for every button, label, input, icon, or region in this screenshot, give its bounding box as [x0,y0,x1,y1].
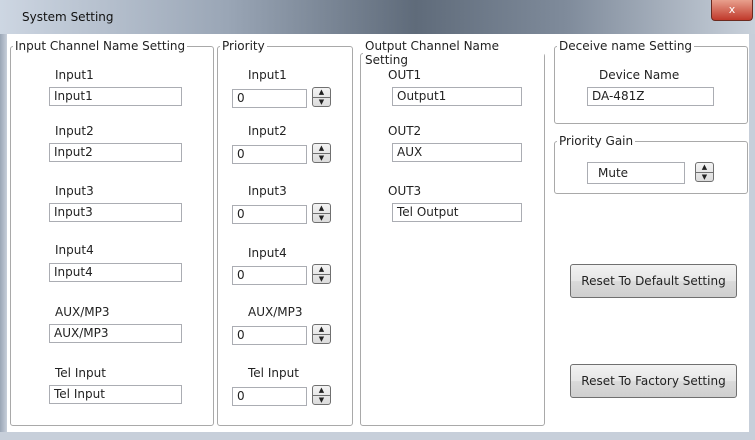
output-name-label: OUT2 [388,124,422,138]
client-area: Input Channel Name Setting Input1 Input1… [7,34,749,432]
window-title: System Setting [22,10,114,24]
reset-default-button[interactable]: Reset To Default Setting [570,264,737,298]
spin-up-icon[interactable]: ▲ [313,144,330,153]
device-name-field[interactable]: DA-481Z [587,87,714,106]
window-frame-left [0,34,7,432]
output-name-label: OUT1 [388,68,422,82]
priority-value-field[interactable]: 0 [232,205,307,224]
spin-up-icon[interactable]: ▲ [696,163,713,172]
spin-down-icon[interactable]: ▼ [313,213,330,223]
output-name-field[interactable]: Tel Output [392,203,522,222]
priority-label: Input4 [248,246,287,260]
spin-up-icon[interactable]: ▲ [313,386,330,395]
priority-spinner[interactable]: ▲ ▼ [312,87,331,107]
priority-label: Input1 [248,68,287,82]
spin-down-icon[interactable]: ▼ [313,334,330,344]
priority-spinner[interactable]: ▲ ▼ [312,385,331,405]
input-name-label: Input2 [55,124,94,138]
reset-factory-button[interactable]: Reset To Factory Setting [570,364,737,398]
input-name-label: Input3 [55,184,94,198]
spin-down-icon[interactable]: ▼ [313,395,330,405]
input-name-field[interactable]: Input1 [49,87,182,106]
system-setting-window: System Setting x Input Channel Name Sett… [0,0,755,440]
output-name-field[interactable]: Output1 [392,87,522,106]
priority-spinner[interactable]: ▲ ▼ [312,203,331,223]
priority-value-field[interactable]: 0 [232,387,307,406]
priority-label: Input3 [248,184,287,198]
input-name-label: Input4 [55,243,94,257]
input-name-field[interactable]: AUX/MP3 [49,324,182,343]
input-name-field[interactable]: Input2 [49,143,182,162]
input-name-label: Tel Input [55,366,106,380]
priority-label: AUX/MP3 [248,305,303,319]
device-name-legend: Deceive name Setting [559,39,693,53]
spin-down-icon[interactable]: ▼ [696,172,713,182]
priority-gain-legend: Priority Gain [559,134,634,148]
spin-up-icon[interactable]: ▲ [313,325,330,334]
spin-down-icon[interactable]: ▼ [313,274,330,284]
spin-down-icon[interactable]: ▼ [313,153,330,163]
input-name-field[interactable]: Tel Input [49,385,182,404]
priority-value-field[interactable]: 0 [232,266,307,285]
priority-label: Tel Input [248,366,299,380]
title-bar[interactable]: System Setting x [0,0,755,34]
priority-spinner[interactable]: ▲ ▼ [312,324,331,344]
input-channel-name-legend: Input Channel Name Setting [15,39,186,53]
input-name-field[interactable]: Input4 [49,263,182,282]
spin-down-icon[interactable]: ▼ [313,97,330,107]
priority-value-field[interactable]: 0 [232,326,307,345]
priority-value-field[interactable]: 0 [232,89,307,108]
priority-spinner[interactable]: ▲ ▼ [312,264,331,284]
window-frame-right [749,34,755,432]
output-name-label: OUT3 [388,184,422,198]
close-button[interactable]: x [711,0,753,21]
output-name-field[interactable]: AUX [392,143,522,162]
priority-value-field[interactable]: 0 [232,145,307,164]
output-channel-name-legend: Output Channel Name Setting [365,39,499,67]
spin-up-icon[interactable]: ▲ [313,88,330,97]
priority-legend: Priority [222,39,265,53]
window-frame-bottom [0,432,755,440]
input-name-field[interactable]: Input3 [49,203,182,222]
input-name-label: AUX/MP3 [55,305,110,319]
priority-label: Input2 [248,124,287,138]
spin-up-icon[interactable]: ▲ [313,204,330,213]
priority-spinner[interactable]: ▲ ▼ [312,143,331,163]
input-name-label: Input1 [55,68,94,82]
device-name-label: Device Name [599,68,680,82]
priority-gain-field[interactable]: Mute [587,162,685,184]
spin-up-icon[interactable]: ▲ [313,265,330,274]
priority-gain-spinner[interactable]: ▲ ▼ [695,162,714,182]
